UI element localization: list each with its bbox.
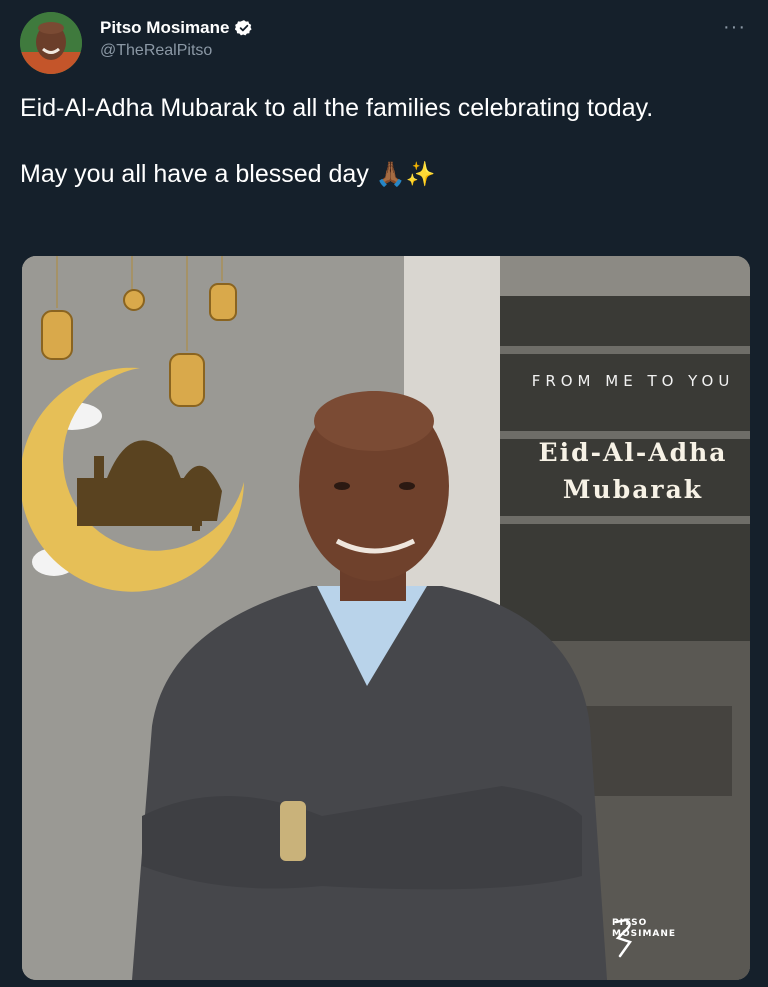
prayer-hands-sparkles-emoji: 🙏🏾✨ <box>375 161 436 188</box>
tweet-text-line2: May you all have a blessed day 🙏🏾✨ <box>20 158 720 191</box>
tweet-text: Eid-Al-Adha Mubarak to all the families … <box>20 92 720 191</box>
brand-logo: PITSO MOSIMANE <box>612 918 676 958</box>
tweet-text-line1: Eid-Al-Adha Mubarak to all the families … <box>20 94 654 122</box>
greeting-from-me-to-you: FROM ME TO YOU <box>531 372 735 390</box>
brand-signature-icon <box>614 918 633 958</box>
more-options-icon[interactable]: ··· <box>723 16 746 39</box>
verified-badge-icon <box>235 19 253 37</box>
greeting-eid-mubarak: Eid-Al-Adha Mubarak <box>538 438 728 504</box>
tweet-media-image[interactable]: FROM ME TO YOU Eid-Al-Adha Mubarak PITSO… <box>22 256 750 980</box>
tweet-text-line2-words: May you all have a blessed day <box>20 160 369 188</box>
author-display-name[interactable]: Pitso Mosimane <box>100 18 229 38</box>
avatar[interactable] <box>20 12 82 74</box>
tweet-header: Pitso Mosimane @TheRealPitso ··· <box>20 12 748 74</box>
author-handle[interactable]: @TheRealPitso <box>100 42 253 60</box>
author-names: Pitso Mosimane @TheRealPitso <box>100 18 253 60</box>
